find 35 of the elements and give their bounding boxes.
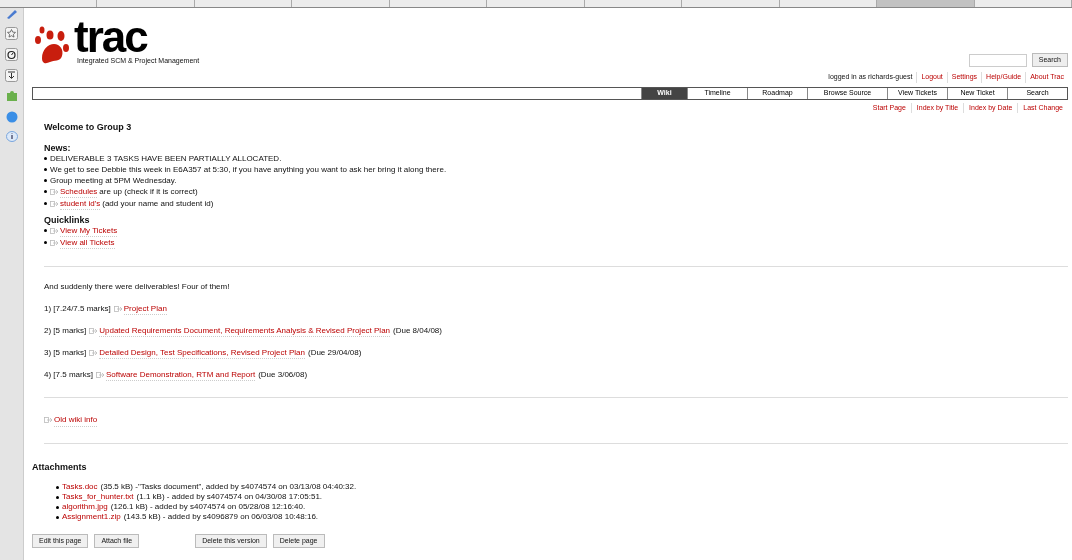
attachment-details: (126.1 kB) - added by s4074574 on 05/28/08 12:16:40.: [110, 502, 306, 512]
section-heading: Quicklinks: [44, 214, 91, 225]
news-text: are up (check if it is correct): [99, 186, 198, 197]
news-text: (add your name and student id): [102, 198, 214, 209]
deliverable-marks: 2) [5 marks]: [44, 325, 87, 336]
due-date: (Due 29/04/08): [307, 347, 362, 358]
section-heading: Attachments: [32, 460, 88, 474]
wiki-link[interactable]: Detailed Design, Test Specifications, Revised Project Plan: [99, 346, 305, 359]
attachment-link[interactable]: Tasks_for_hunter.txt: [62, 492, 134, 502]
deliverable-marks: 1) [7.24/7.5 marks]: [44, 303, 111, 314]
attachment-link[interactable]: Assignment1.zip: [62, 512, 121, 522]
due-date: (Due 3/06/08): [258, 369, 308, 380]
attachment-link[interactable]: Tasks.doc: [62, 482, 98, 492]
wiki-link[interactable]: View all Tickets: [60, 236, 115, 249]
news-text: Group meeting at 5PM Wednesday.: [50, 174, 177, 186]
deliverable-marks: 4) [7.5 marks]: [44, 369, 93, 380]
news-text: We get to see Debbie this week in E6A357 at 5:30, if you have anything you want to ask her bring it along there.: [50, 163, 447, 175]
section-heading: News:: [44, 142, 72, 153]
wiki-link[interactable]: Updated Requirements Document, Requirements Analysis & Revised Project Plan: [99, 324, 391, 337]
wiki-link[interactable]: student id's: [60, 197, 101, 210]
wiki-link[interactable]: Schedules: [60, 185, 98, 198]
wiki-link[interactable]: View My Tickets: [60, 224, 118, 237]
logo-text: trac: [74, 18, 148, 56]
attachment-details: (1.1 kB) - added by s4074574 on 04/30/08 17:05:51.: [136, 492, 323, 502]
wiki-link[interactable]: Project Plan: [123, 302, 167, 315]
deliverable-marks: 3) [5 marks]: [44, 347, 87, 358]
news-text: DELIVERABLE 3 TASKS HAVE BEEN PARTIALLY ALLOCATED.: [50, 152, 282, 164]
wiki-link[interactable]: Software Demonstration, RTM and Report: [105, 368, 256, 381]
wiki-link[interactable]: Old wiki info: [54, 413, 98, 427]
attachment-link[interactable]: algorithm.jpg: [62, 502, 108, 512]
page-title: Welcome to Group 3: [44, 121, 133, 134]
intro-text: And suddenly there were deliverables! Four of them!: [44, 280, 231, 293]
attachment-details: (35.5 kB) -"Tasks document", added by s4074574 on 03/13/08 04:40:32.: [100, 482, 357, 492]
attachment-details: (143.5 kB) - added by s4096879 on 06/03/08 10:48:16.: [123, 512, 319, 522]
due-date: (Due 8/04/08): [393, 325, 442, 336]
